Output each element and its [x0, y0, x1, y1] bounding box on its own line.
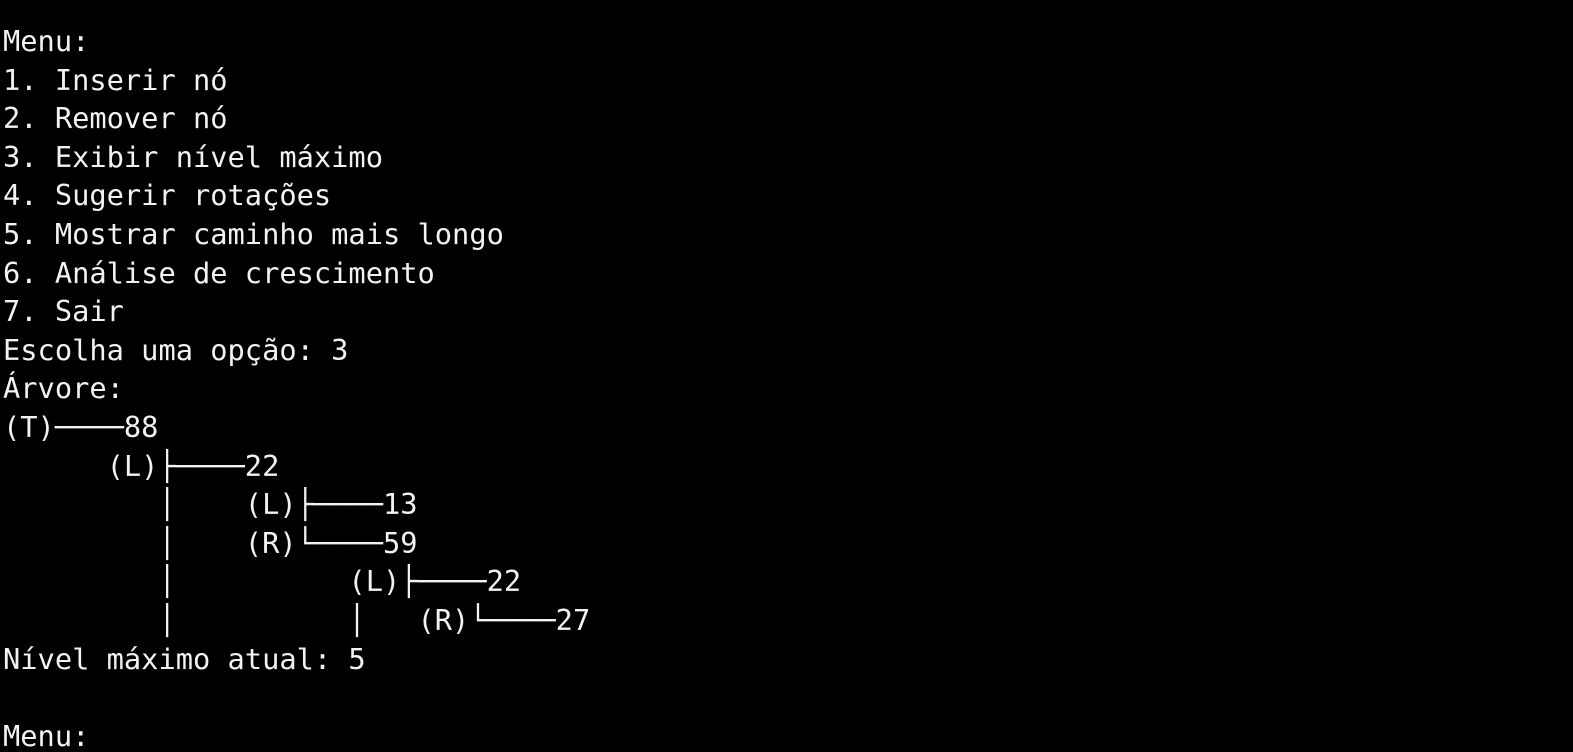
max-level-output: Nível máximo atual: 5 [3, 641, 366, 676]
menu-option-remove-node: 2. Remover nó [3, 101, 228, 136]
tree-header: Árvore: [3, 371, 124, 406]
menu-header: Menu: [3, 24, 90, 58]
tree-line-root: (T)────88 [3, 409, 159, 444]
menu-option-show-max-level: 3. Exibir nível máximo [3, 139, 383, 174]
tree-line-node: │ (R)└────59 [3, 525, 418, 560]
menu-option-insert-node: 1. Inserir nó [3, 62, 228, 97]
option-prompt: Escolha uma opção: 3 [3, 332, 349, 367]
terminal-window[interactable]: Menu: 1. Inserir nó 2. Remover nó 3. Exi… [0, 0, 1573, 752]
menu-option-exit: 7. Sair [3, 294, 124, 329]
menu-option-longest-path: 5. Mostrar caminho mais longo [3, 216, 504, 251]
tree-line-node: (L)├────22 [3, 448, 280, 483]
menu-header-repeat: Menu: [3, 718, 90, 752]
tree-line-node: │ (L)├────22 [3, 564, 522, 599]
menu-option-growth-analysis: 6. Análise de crescimento [3, 255, 435, 290]
tree-line-node: │ (L)├────13 [3, 487, 418, 522]
menu-option-suggest-rotations: 4. Sugerir rotações [3, 178, 332, 213]
tree-line-node: │ │ (R)└────27 [3, 602, 591, 637]
